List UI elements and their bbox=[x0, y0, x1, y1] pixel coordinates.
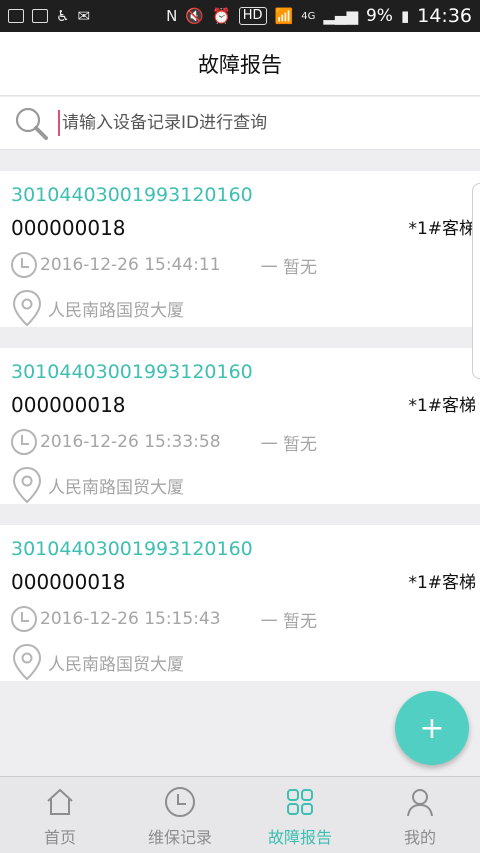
text-caret bbox=[58, 110, 60, 136]
page-title: 故障报告 bbox=[198, 52, 282, 77]
report-time: 2016-12-26 15:44:11 bbox=[40, 255, 221, 275]
accessibility-icon: ♿ bbox=[56, 7, 70, 25]
mute-icon: 🔇 bbox=[185, 7, 205, 25]
report-status: 一 暂无 bbox=[260, 611, 317, 632]
record-id: 3010440300199312016​0 bbox=[11, 184, 253, 206]
status-left-icons: ♿ ✉ bbox=[8, 7, 90, 25]
clock-icon bbox=[11, 606, 37, 632]
elevator-unit: *1#客梯 bbox=[408, 573, 476, 593]
nav-item-fault-report[interactable]: 故障报告 bbox=[240, 777, 360, 853]
report-card[interactable]: 3010440300199312016​0 000000018 *1#客梯 20… bbox=[0, 171, 480, 327]
location-row: 人民南路国贸大厦 bbox=[12, 466, 184, 504]
report-time: 2016-12-26 15:15:43 bbox=[40, 609, 221, 629]
location-pin-icon bbox=[12, 289, 42, 327]
grid-icon bbox=[287, 789, 313, 815]
nav-label: 首页 bbox=[43, 828, 76, 847]
app-header: 故障报告 bbox=[0, 32, 480, 96]
search-bar[interactable] bbox=[0, 97, 480, 150]
home-icon bbox=[47, 788, 73, 815]
location-row: 人民南路国贸大厦 bbox=[12, 643, 184, 681]
report-location: 人民南路国贸大厦 bbox=[48, 300, 184, 321]
signal-icon: ▂▄▆ bbox=[323, 7, 358, 25]
record-id: 30104403001993120160 bbox=[11, 538, 253, 560]
report-time: 2016-12-26 15:33:58 bbox=[40, 432, 221, 452]
nav-item-home[interactable]: 首页 bbox=[0, 777, 120, 853]
add-report-button[interactable]: + bbox=[395, 691, 469, 765]
pay-icon bbox=[8, 9, 24, 23]
image-icon bbox=[32, 9, 48, 23]
alarm-icon: ⏰ bbox=[212, 7, 231, 25]
plus-icon: + bbox=[419, 710, 445, 746]
report-number: 000000018 bbox=[11, 393, 126, 417]
location-pin-icon bbox=[12, 643, 42, 681]
user-icon bbox=[407, 789, 433, 817]
report-location: 人民南路国贸大厦 bbox=[48, 477, 184, 498]
time-row: 2016-12-26 15:33:58 一 暂无 bbox=[10, 428, 317, 456]
clock-icon bbox=[11, 252, 37, 278]
status-right-icons: N 🔇 ⏰ HD 📶 4G ▂▄▆ 9% ▮ 14:36 bbox=[166, 5, 472, 27]
wifi-icon: 📶 bbox=[274, 7, 294, 25]
bottom-nav: 首页 维保记录 故障报告 我的 bbox=[0, 776, 480, 853]
nav-label: 我的 bbox=[403, 828, 436, 847]
report-number: 000000018 bbox=[11, 570, 126, 594]
elevator-unit: *1#客梯 bbox=[408, 219, 476, 239]
search-icon[interactable] bbox=[14, 106, 48, 140]
nav-item-profile[interactable]: 我的 bbox=[360, 777, 480, 853]
location-pin-icon bbox=[12, 466, 42, 504]
time-row: 2016-12-26 15:44:11 一 暂无 bbox=[10, 251, 317, 279]
nav-item-maintenance[interactable]: 维保记录 bbox=[120, 777, 240, 853]
location-row: 人民南路国贸大厦 bbox=[12, 289, 184, 327]
report-status: 一 暂无 bbox=[260, 434, 317, 455]
scroll-handle[interactable] bbox=[472, 183, 480, 379]
network-type: 4G bbox=[301, 10, 316, 22]
status-bar: ♿ ✉ N 🔇 ⏰ HD 📶 4G ▂▄▆ 9% ▮ 14:36 bbox=[0, 0, 480, 32]
report-status: 一 暂无 bbox=[260, 257, 317, 278]
record-id: 30104403001993120160 bbox=[11, 361, 253, 383]
battery-icon: ▮ bbox=[400, 7, 410, 25]
clock-icon bbox=[165, 787, 195, 817]
elevator-unit: *1#客梯 bbox=[408, 396, 476, 416]
search-input[interactable] bbox=[62, 113, 442, 133]
report-card[interactable]: 30104403001993120160 000000018 *1#客梯 201… bbox=[0, 525, 480, 681]
battery-percent: 9% bbox=[365, 6, 393, 26]
hd-badge: HD bbox=[238, 7, 267, 25]
nav-label: 故障报告 bbox=[267, 828, 332, 847]
time-row: 2016-12-26 15:15:43 一 暂无 bbox=[10, 605, 317, 633]
nfc-icon: N bbox=[166, 7, 178, 25]
report-number: 000000018 bbox=[11, 216, 126, 240]
clock-time: 14:36 bbox=[417, 5, 472, 27]
report-card[interactable]: 30104403001993120160 000000018 *1#客梯 201… bbox=[0, 348, 480, 504]
nav-label: 维保记录 bbox=[147, 828, 212, 847]
report-location: 人民南路国贸大厦 bbox=[48, 654, 184, 675]
mail-icon: ✉ bbox=[77, 7, 91, 25]
clock-icon bbox=[11, 429, 37, 455]
